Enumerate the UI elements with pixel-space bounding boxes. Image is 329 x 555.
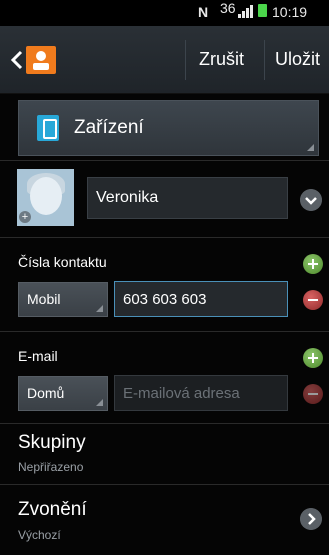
battery-icon bbox=[258, 4, 267, 17]
person-icon bbox=[33, 51, 49, 70]
groups-value: Nepřiřazeno bbox=[18, 460, 84, 474]
cancel-button[interactable]: Zrušit bbox=[199, 49, 244, 70]
add-phone-button[interactable] bbox=[303, 254, 323, 274]
ringtone-title: Zvonění bbox=[18, 499, 87, 520]
divider bbox=[0, 237, 329, 238]
save-button[interactable]: Uložit bbox=[275, 49, 320, 70]
storage-location-label: Zařízení bbox=[74, 117, 144, 138]
storage-location-button[interactable]: Zařízení bbox=[18, 100, 319, 156]
signal-icon bbox=[238, 5, 253, 18]
clock: 10:19 bbox=[272, 4, 308, 20]
groups-title: Skupiny bbox=[18, 432, 86, 453]
action-bar: Zrušit Uložit bbox=[0, 26, 329, 94]
network-type-icon: 36 bbox=[220, 0, 236, 16]
contact-photo[interactable]: + bbox=[17, 169, 74, 226]
contact-edit-form: Zařízení + Čísla kontaktu Mobil E-mail D… bbox=[0, 94, 329, 555]
divider bbox=[0, 160, 329, 161]
dropdown-corner-icon bbox=[96, 305, 103, 312]
name-input[interactable] bbox=[96, 189, 276, 207]
email-input[interactable] bbox=[123, 385, 281, 402]
divider bbox=[0, 484, 329, 485]
status-bar: N 36 10:19 bbox=[0, 0, 329, 26]
divider bbox=[0, 423, 329, 424]
dropdown-corner-icon bbox=[96, 399, 103, 406]
add-email-button[interactable] bbox=[303, 348, 323, 368]
phone-section-label: Čísla kontaktu bbox=[18, 254, 107, 270]
contacts-app-icon[interactable] bbox=[26, 46, 56, 74]
phone-device-icon bbox=[37, 115, 59, 141]
separator bbox=[264, 40, 265, 80]
separator bbox=[185, 40, 186, 80]
divider bbox=[0, 331, 329, 332]
phone-type-select[interactable]: Mobil bbox=[18, 282, 108, 317]
nfc-icon: N bbox=[198, 4, 209, 20]
phone-field[interactable] bbox=[114, 281, 288, 317]
name-field[interactable] bbox=[87, 177, 288, 219]
chevron-right-icon[interactable] bbox=[300, 508, 322, 530]
email-section-label: E-mail bbox=[18, 348, 58, 364]
back-icon[interactable] bbox=[10, 46, 24, 74]
phone-type-label: Mobil bbox=[27, 291, 61, 307]
phone-input[interactable] bbox=[123, 291, 281, 308]
email-type-label: Domů bbox=[27, 385, 65, 401]
expand-name-icon[interactable] bbox=[300, 189, 322, 211]
remove-email-button[interactable] bbox=[303, 384, 323, 404]
remove-phone-button[interactable] bbox=[303, 290, 323, 310]
ringtone-value: Výchozí bbox=[18, 528, 61, 542]
avatar-placeholder-icon bbox=[30, 177, 62, 215]
dropdown-corner-icon bbox=[307, 144, 314, 151]
email-type-select[interactable]: Domů bbox=[18, 376, 108, 411]
add-photo-icon: + bbox=[19, 211, 31, 223]
email-field[interactable] bbox=[114, 375, 288, 411]
